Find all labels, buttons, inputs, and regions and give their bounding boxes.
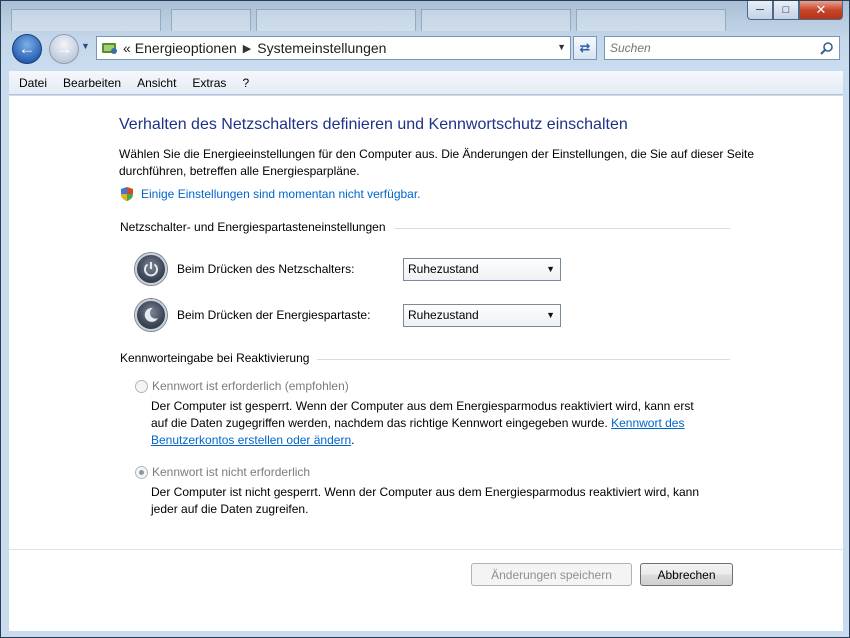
content-pane: Verhalten des Netzschalters definieren u… — [9, 96, 843, 631]
menu-ansicht[interactable]: Ansicht — [129, 76, 184, 90]
breadcrumb-chevron-icon[interactable]: ▶ — [243, 42, 251, 55]
unavailable-settings-link[interactable]: Einige Einstellungen sind momentan nicht… — [141, 187, 421, 201]
arrow-right-icon: → — [55, 39, 73, 58]
section-header-password: Kennworteingabe bei Reaktivierung — [120, 351, 730, 365]
window-caption-buttons: ─ □ ✕ — [747, 1, 843, 21]
chevron-down-icon: ▼ — [81, 41, 90, 51]
minimize-button[interactable]: ─ — [747, 1, 773, 20]
address-lead-separator: « — [123, 40, 131, 56]
option-required-description: Der Computer ist gesperrt. Wenn der Comp… — [151, 398, 711, 449]
power-button-icon — [135, 253, 167, 285]
section-label-buttons: Netzschalter- und Energiespartasteneinst… — [120, 220, 386, 234]
radio-password-not-required[interactable] — [135, 465, 148, 479]
recent-pages-dropdown[interactable]: ▼ — [81, 41, 93, 55]
breadcrumb-systemeinstellungen[interactable]: Systemeinstellungen — [257, 40, 386, 56]
save-changes-button[interactable]: Änderungen speichern — [471, 563, 632, 586]
address-bar[interactable]: « Energieoptionen ▶ Systemeinstellungen … — [96, 36, 571, 60]
section-header-buttons: Netzschalter- und Energiespartasteneinst… — [120, 220, 730, 234]
menu-bar: Datei Bearbeiten Ansicht Extras ? — [9, 71, 843, 95]
sleep-button-select-value: Ruhezustand — [408, 308, 479, 322]
background-tabs — [1, 1, 741, 31]
power-symbol-icon — [144, 262, 158, 277]
menu-datei[interactable]: Datei — [11, 76, 55, 90]
option-required-desc-suffix: . — [351, 433, 355, 447]
section-divider — [393, 227, 730, 229]
option-password-required[interactable]: Kennwort ist erforderlich (empfohlen) — [135, 379, 349, 393]
section-label-password: Kennworteingabe bei Reaktivierung — [120, 351, 310, 365]
sleep-button-select[interactable]: Ruhezustand ▼ — [403, 303, 561, 327]
select-arrow-icon: ▼ — [546, 263, 555, 274]
option-not-required-description: Der Computer ist nicht gesperrt. Wenn de… — [151, 485, 700, 516]
arrow-left-icon: ← — [18, 39, 36, 58]
breadcrumb-energieoptionen[interactable]: Energieoptionen — [135, 40, 237, 56]
refresh-button[interactable]: ⇄ — [573, 36, 597, 60]
radio-password-required[interactable] — [135, 379, 148, 393]
section-divider — [317, 358, 730, 360]
sleep-button-label: Beim Drücken der Energiespartaste: — [177, 308, 371, 322]
search-icon[interactable] — [820, 41, 834, 55]
back-button[interactable]: ← — [12, 34, 42, 64]
search-box[interactable] — [604, 36, 840, 60]
sleep-button-setting: Beim Drücken der Energiespartaste: Ruhez… — [135, 299, 561, 331]
sleep-button-icon — [135, 299, 167, 331]
power-button-setting: Beim Drücken des Netzschalters: Ruhezust… — [135, 253, 561, 285]
control-panel-icon — [102, 43, 117, 54]
power-button-label: Beim Drücken des Netzschalters: — [177, 262, 355, 276]
maximize-button[interactable]: □ — [773, 1, 799, 20]
menu-bearbeiten[interactable]: Bearbeiten — [55, 76, 129, 90]
window-frame: ─ □ ✕ ← → ▼ « Energieoptionen ▶ Systemei… — [0, 0, 850, 638]
footer-divider — [9, 549, 843, 550]
forward-button[interactable]: → — [49, 34, 79, 64]
option-not-required-label: Kennwort ist nicht erforderlich — [152, 465, 311, 479]
search-input[interactable] — [605, 37, 805, 59]
power-button-select[interactable]: Ruhezustand ▼ — [403, 257, 561, 281]
refresh-icon: ⇄ — [579, 40, 591, 55]
unavailable-settings-row: Einige Einstellungen sind momentan nicht… — [119, 186, 421, 202]
address-dropdown-icon[interactable]: ▼ — [557, 42, 566, 52]
option-required-label: Kennwort ist erforderlich (empfohlen) — [152, 379, 349, 393]
menu-help[interactable]: ? — [234, 76, 257, 90]
cancel-button[interactable]: Abbrechen — [640, 563, 733, 586]
close-button[interactable]: ✕ — [799, 1, 843, 20]
option-password-not-required[interactable]: Kennwort ist nicht erforderlich — [135, 465, 310, 479]
moon-icon — [144, 307, 158, 322]
select-arrow-icon: ▼ — [546, 309, 555, 320]
menu-extras[interactable]: Extras — [184, 76, 234, 90]
power-button-select-value: Ruhezustand — [408, 262, 479, 276]
page-description: Wählen Sie die Energieeinstellungen für … — [119, 147, 755, 178]
uac-shield-icon — [121, 187, 133, 201]
page-title: Verhalten des Netzschalters definieren u… — [119, 116, 628, 133]
